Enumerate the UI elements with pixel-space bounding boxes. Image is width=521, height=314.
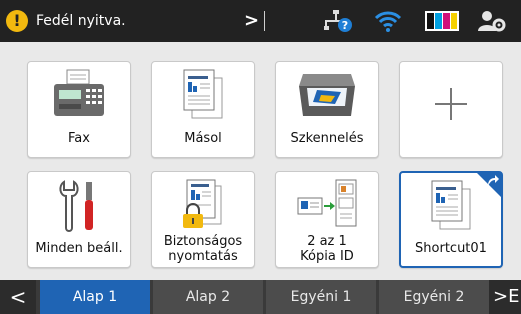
id-copy-label: 2 az 1 Kópia ID	[276, 234, 378, 264]
id-copy-button[interactable]: 2 az 1 Kópia ID	[275, 171, 379, 268]
tab-alap-2[interactable]: Alap 2	[153, 280, 263, 314]
ink-icon[interactable]	[425, 11, 459, 35]
all-settings-label: Minden beáll.	[35, 241, 123, 256]
status-message: Fedél nyitva.	[36, 13, 126, 29]
secure-print-label-line2: nyomtatás	[168, 249, 238, 264]
shortcut01-button[interactable]: Shortcut01	[399, 171, 503, 268]
copy-button[interactable]: Másol	[151, 61, 255, 158]
id-copy-icon	[276, 178, 378, 230]
shortcut01-label: Shortcut01	[415, 241, 487, 256]
tools-icon	[28, 178, 130, 236]
copy-label: Másol	[184, 131, 222, 146]
add-shortcut-button[interactable]	[399, 61, 503, 158]
scanner-icon	[276, 68, 378, 120]
copy-icon	[152, 68, 254, 122]
status-bar: ! Fedél nyitva. > ?	[0, 0, 521, 42]
secure-print-icon	[152, 178, 254, 230]
svg-text:?: ?	[342, 19, 348, 32]
fax-icon	[28, 68, 130, 120]
warning-icon: !	[6, 10, 28, 32]
secure-print-label-line1: Biztonságos	[163, 234, 243, 249]
status-message-area[interactable]: ! Fedél nyitva.	[6, 0, 268, 42]
tab-scroll-right-button[interactable]: >E	[489, 280, 521, 314]
all-settings-button[interactable]: Minden beáll.	[27, 171, 131, 268]
secure-print-button[interactable]: Biztonságos nyomtatás	[151, 171, 255, 268]
secure-print-label: Biztonságos nyomtatás	[152, 234, 254, 264]
admin-settings-icon[interactable]	[477, 9, 507, 37]
divider	[264, 11, 265, 31]
scan-label: Szkennelés	[290, 131, 364, 146]
chevron-right-icon[interactable]: >	[244, 10, 259, 31]
shortcut-doc-icon	[401, 179, 501, 233]
id-copy-label-line2: Kópia ID	[300, 249, 354, 264]
fax-label: Fax	[68, 131, 90, 146]
plus-icon	[400, 84, 502, 124]
tab-egyeni-1[interactable]: Egyéni 1	[266, 280, 376, 314]
fax-button[interactable]: Fax	[27, 61, 131, 158]
tab-egyeni-2[interactable]: Egyéni 2	[379, 280, 489, 314]
scan-button[interactable]: Szkennelés	[275, 61, 379, 158]
id-copy-label-line1: 2 az 1	[307, 234, 347, 249]
tab-alap-1[interactable]: Alap 1	[40, 280, 150, 314]
network-icon[interactable]: ?	[324, 9, 354, 37]
tab-scroll-left-button[interactable]: <	[0, 280, 36, 314]
wifi-icon[interactable]	[374, 9, 402, 37]
tab-bar: < Alap 1 Alap 2 Egyéni 1 Egyéni 2 >E	[0, 280, 521, 314]
